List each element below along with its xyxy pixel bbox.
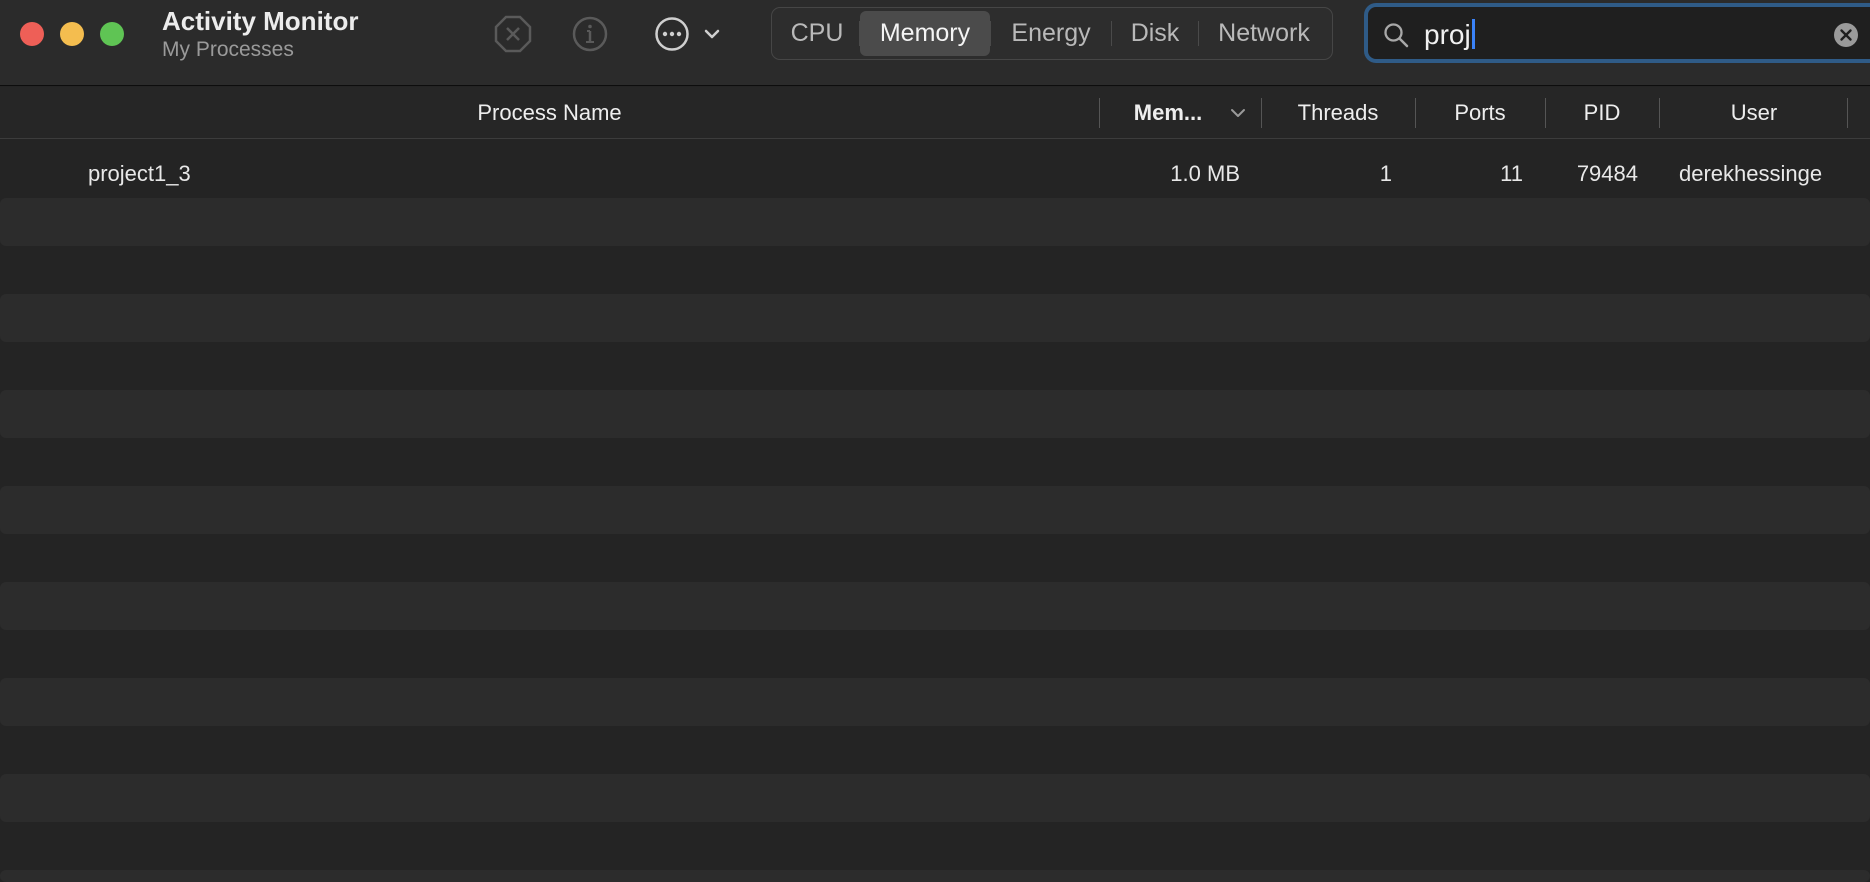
- empty-row: [0, 294, 1870, 342]
- column-ports[interactable]: Ports: [1416, 87, 1544, 138]
- empty-row: [0, 198, 1870, 246]
- toolbar: Activity Monitor My Processes CPU Memory…: [0, 0, 1870, 86]
- empty-row: [0, 870, 1870, 882]
- tab-network[interactable]: Network: [1199, 11, 1329, 56]
- empty-row: [0, 486, 1870, 534]
- cell-threads: 1: [1379, 161, 1392, 186]
- minimize-window-button[interactable]: [60, 22, 84, 46]
- window-subtitle[interactable]: My Processes: [162, 38, 294, 62]
- tab-cpu[interactable]: CPU: [775, 11, 859, 56]
- table-header: Process Name Mem... Threads Ports PID Us…: [0, 87, 1870, 139]
- empty-row: [0, 390, 1870, 438]
- cell-ports: 11: [1500, 161, 1523, 186]
- clear-search-icon[interactable]: [1832, 21, 1860, 49]
- column-divider[interactable]: [1847, 98, 1848, 128]
- tab-memory[interactable]: Memory: [860, 11, 990, 56]
- view-tabs: CPU Memory Energy Disk Network: [771, 7, 1333, 60]
- search-field[interactable]: proj: [1364, 3, 1870, 63]
- empty-row: [0, 678, 1870, 726]
- cell-user: derekhessinge: [1679, 161, 1823, 186]
- empty-row: [0, 774, 1870, 822]
- stop-process-icon[interactable]: [493, 14, 533, 54]
- column-process-name[interactable]: Process Name: [0, 87, 1099, 138]
- close-window-button[interactable]: [20, 22, 44, 46]
- column-divider[interactable]: [1099, 98, 1100, 128]
- tab-disk[interactable]: Disk: [1112, 11, 1198, 56]
- search-input[interactable]: proj: [1424, 19, 1475, 51]
- cell-pid: 79484: [1576, 161, 1638, 186]
- empty-row: [0, 582, 1870, 630]
- sort-descending-icon[interactable]: [1228, 105, 1248, 121]
- table-row[interactable]: project1_3 1.0 MB 1 11 79484 derekhessin…: [0, 150, 1870, 198]
- info-icon[interactable]: [570, 14, 610, 54]
- cell-process-name: project1_3: [88, 161, 191, 186]
- zoom-window-button[interactable]: [100, 22, 124, 46]
- search-icon: [1382, 21, 1410, 49]
- more-actions-icon[interactable]: [652, 14, 692, 54]
- window-title: Activity Monitor: [162, 6, 359, 36]
- tab-energy[interactable]: Energy: [991, 11, 1111, 56]
- column-threads[interactable]: Threads: [1262, 87, 1414, 138]
- column-memory[interactable]: Mem...: [1110, 87, 1226, 138]
- column-pid[interactable]: PID: [1546, 87, 1658, 138]
- search-input-value: proj: [1424, 19, 1471, 50]
- column-user[interactable]: User: [1660, 87, 1848, 138]
- cell-memory: 1.0 MB: [1170, 161, 1240, 186]
- chevron-down-icon[interactable]: [700, 22, 724, 46]
- text-caret: [1471, 19, 1475, 49]
